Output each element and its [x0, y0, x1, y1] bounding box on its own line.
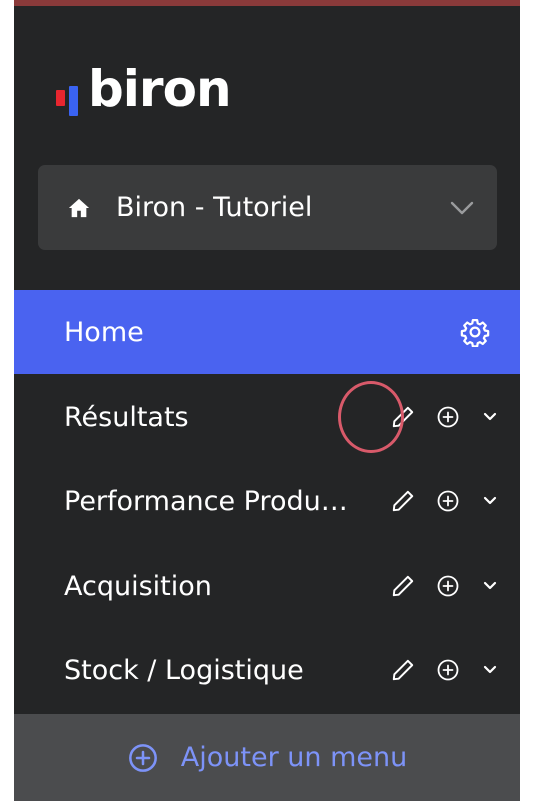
- pencil-icon[interactable]: [390, 404, 416, 430]
- menu-item-performance-produits[interactable]: Performance Produits: [14, 459, 520, 543]
- workspace-name: Biron - Tutoriel: [116, 192, 313, 223]
- menu-item-label: Stock / Logistique: [64, 654, 304, 686]
- pencil-icon[interactable]: [390, 573, 416, 599]
- brand-name: biron: [88, 60, 232, 118]
- plus-circle-icon[interactable]: [436, 574, 460, 598]
- logo-marks: [56, 80, 86, 124]
- menu-item-label: Home: [64, 316, 144, 348]
- brand-logo[interactable]: biron: [56, 54, 232, 124]
- chevron-down-icon[interactable]: [482, 411, 498, 423]
- sidebar: biron Biron - Tutoriel Home Résultats Pe…: [14, 6, 520, 801]
- chevron-down-icon[interactable]: [449, 199, 475, 217]
- plus-circle-icon[interactable]: [436, 405, 460, 429]
- chevron-down-icon[interactable]: [482, 664, 498, 676]
- chevron-down-icon[interactable]: [482, 495, 498, 507]
- pencil-icon[interactable]: [390, 488, 416, 514]
- chevron-down-icon[interactable]: [482, 580, 498, 592]
- workspace-selector[interactable]: Biron - Tutoriel: [38, 165, 497, 250]
- menu-item-label: Performance Produits: [64, 485, 350, 517]
- gear-icon[interactable]: [460, 317, 490, 347]
- logo-mark-blue: [69, 86, 78, 116]
- menu-item-home[interactable]: Home: [14, 290, 520, 374]
- menu-item-label: Résultats: [64, 401, 189, 433]
- pencil-icon[interactable]: [390, 657, 416, 683]
- menu-item-label: Acquisition: [64, 570, 212, 602]
- logo-mark-red: [56, 90, 65, 106]
- add-menu-button[interactable]: Ajouter un menu: [14, 714, 520, 801]
- plus-circle-icon[interactable]: [436, 489, 460, 513]
- add-menu-label: Ajouter un menu: [180, 742, 408, 773]
- menu-item-stock-logistique[interactable]: Stock / Logistique: [14, 628, 520, 712]
- menu-item-acquisition[interactable]: Acquisition: [14, 544, 520, 628]
- home-icon: [68, 198, 90, 217]
- plus-circle-icon[interactable]: [436, 658, 460, 682]
- plus-circle-icon: [128, 743, 157, 772]
- menu-item-resultats[interactable]: Résultats: [14, 375, 520, 459]
- screenshot-frame: biron Biron - Tutoriel Home Résultats Pe…: [0, 0, 534, 811]
